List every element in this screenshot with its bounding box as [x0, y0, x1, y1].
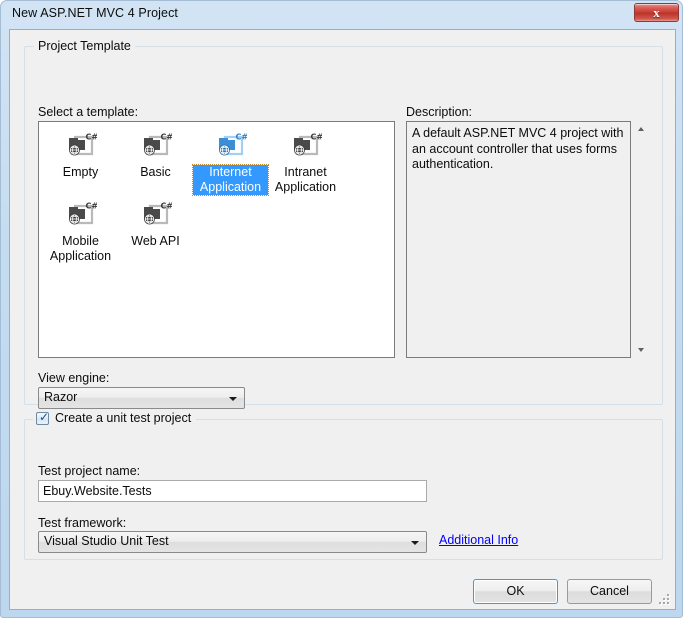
- description-text: A default ASP.NET MVC 4 project with an …: [412, 126, 624, 171]
- test-framework-select[interactable]: Visual Studio Unit Test: [38, 531, 427, 553]
- checkbox-box[interactable]: ✓: [36, 409, 50, 425]
- template-item-label: Internet Application: [192, 164, 269, 196]
- project-template-icon: C#: [140, 130, 173, 162]
- project-template-group-caption: Project Template: [34, 39, 135, 53]
- scroll-up-icon[interactable]: [633, 121, 650, 138]
- svg-text:C#: C#: [310, 133, 322, 142]
- additional-info-link[interactable]: Additional Info: [439, 533, 518, 547]
- project-template-icon: C#: [65, 130, 98, 162]
- description-scrollbar[interactable]: [632, 121, 649, 358]
- resize-grip-dot: [663, 598, 665, 600]
- view-engine-value: Razor: [44, 390, 78, 404]
- select-template-label: Select a template:: [38, 105, 139, 119]
- create-unit-test-project-checkbox[interactable]: ✓ Create a unit test project: [33, 409, 197, 425]
- view-engine-label: View engine:: [38, 371, 110, 385]
- template-item[interactable]: C# Intranet Application: [268, 126, 343, 195]
- template-item[interactable]: C# Web API: [118, 195, 193, 264]
- resize-grip[interactable]: [659, 594, 672, 607]
- project-template-icon: C#: [140, 199, 173, 231]
- view-engine-select[interactable]: Razor: [38, 387, 245, 409]
- svg-text:C#: C#: [85, 133, 97, 142]
- window-title: New ASP.NET MVC 4 Project: [12, 6, 178, 20]
- resize-grip-dot: [667, 594, 669, 596]
- close-button[interactable]: x: [634, 3, 679, 22]
- description-box: A default ASP.NET MVC 4 project with an …: [406, 121, 631, 358]
- project-template-icon: C#: [215, 130, 248, 162]
- template-item-label: Basic: [140, 165, 171, 179]
- cancel-button[interactable]: Cancel: [567, 579, 652, 604]
- project-template-icon: C#: [65, 199, 98, 231]
- template-grid: C# Empty C# Basic C# Internet Application C# In…: [43, 126, 387, 264]
- template-item-label: Empty: [62, 165, 99, 179]
- resize-grip-dot: [667, 602, 669, 604]
- resize-grip-dot: [663, 602, 665, 604]
- test-project-name-label: Test project name:: [38, 464, 141, 478]
- svg-text:C#: C#: [160, 202, 172, 211]
- title-bar: New ASP.NET MVC 4 Project x: [1, 1, 682, 29]
- dialog-client-area: Project Template Select a template: C# Em…: [9, 29, 676, 610]
- svg-text:C#: C#: [235, 133, 247, 142]
- svg-text:C#: C#: [85, 202, 97, 211]
- close-icon: x: [653, 5, 660, 20]
- test-project-name-input[interactable]: [38, 480, 427, 502]
- template-item[interactable]: C# Empty: [43, 126, 118, 195]
- template-item[interactable]: C# Internet Application: [192, 126, 269, 196]
- template-item-label: Intranet Application: [274, 165, 337, 194]
- create-unit-test-project-label: Create a unit test project: [55, 411, 192, 425]
- chevron-down-icon: [229, 397, 237, 401]
- ok-button[interactable]: OK: [473, 579, 558, 604]
- test-framework-label: Test framework:: [38, 516, 127, 530]
- template-item[interactable]: C# Basic: [118, 126, 193, 195]
- resize-grip-dot: [667, 598, 669, 600]
- project-template-icon: C#: [290, 130, 323, 162]
- svg-text:C#: C#: [160, 133, 172, 142]
- check-icon: ✓: [39, 409, 50, 424]
- template-item-label: Web API: [131, 234, 180, 248]
- test-framework-value: Visual Studio Unit Test: [44, 534, 169, 548]
- chevron-down-icon: [411, 541, 419, 545]
- new-project-dialog: New ASP.NET MVC 4 Project x Project Temp…: [0, 0, 683, 618]
- template-item[interactable]: C# Mobile Application: [43, 195, 118, 264]
- scroll-down-icon[interactable]: [633, 341, 650, 358]
- template-item-label: Mobile Application: [49, 234, 112, 263]
- resize-grip-dot: [659, 602, 661, 604]
- description-label: Description:: [406, 105, 472, 119]
- template-listbox[interactable]: C# Empty C# Basic C# Internet Application C# In…: [38, 121, 395, 358]
